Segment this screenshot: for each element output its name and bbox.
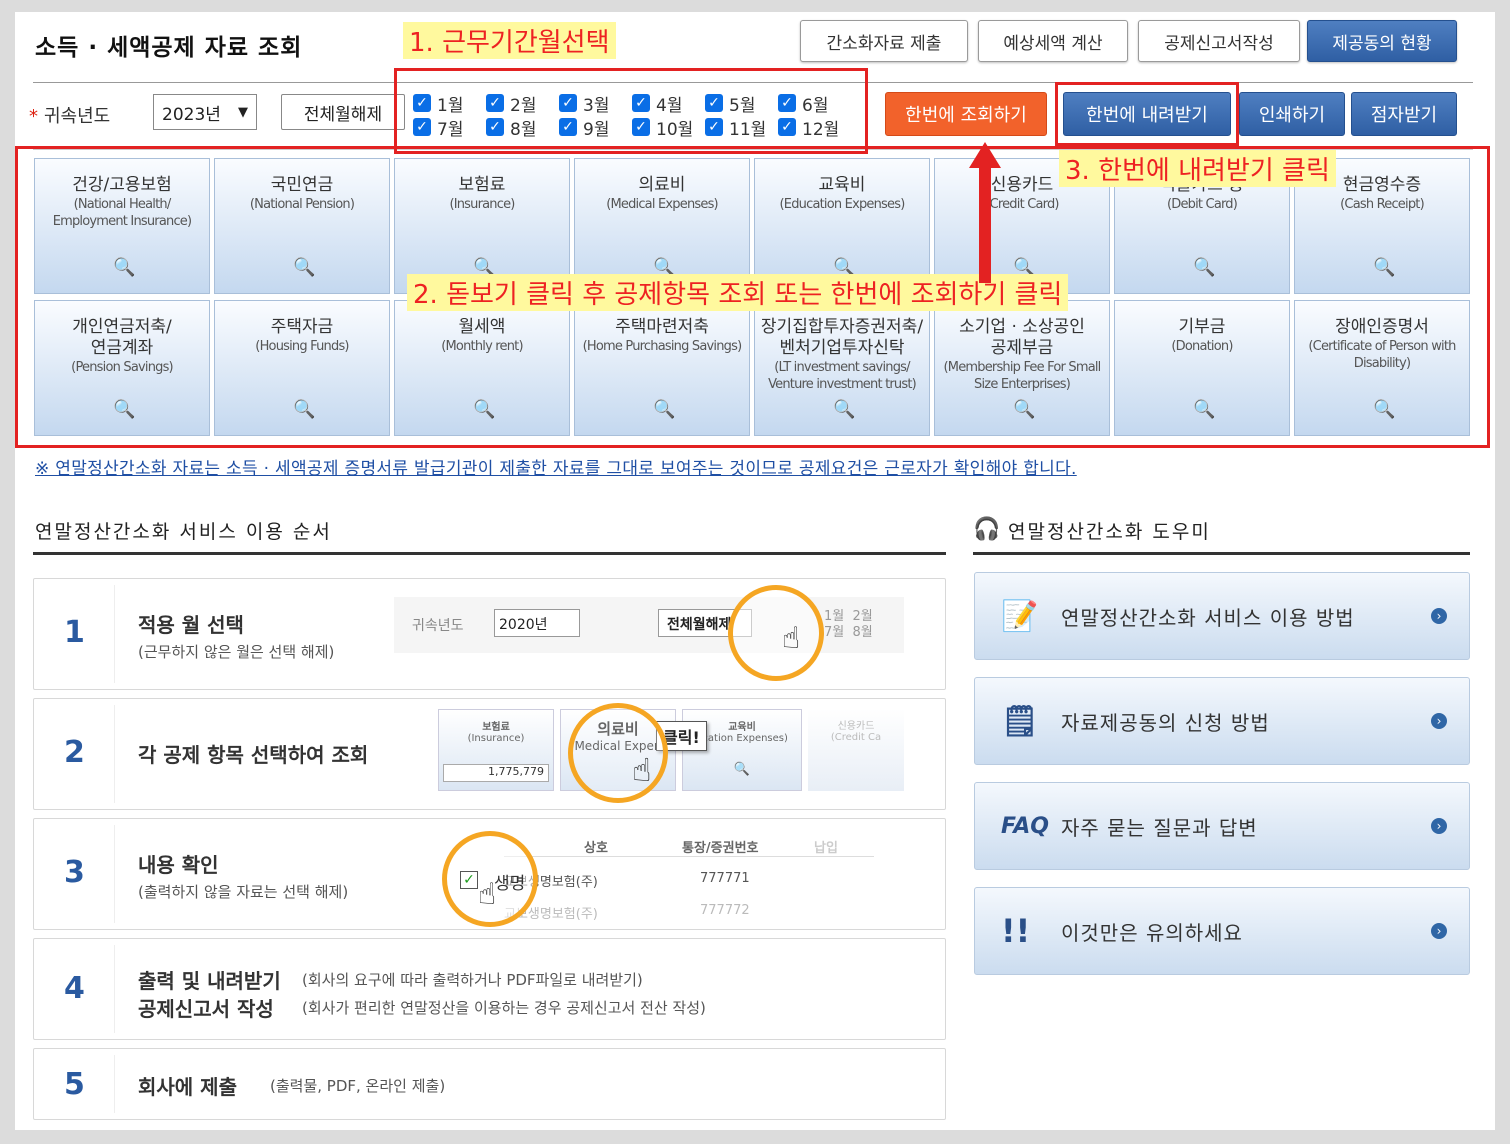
- thumb-table-header: 상호 통장/증권번호 납입: [504, 833, 874, 857]
- step-title: 적용 월 선택: [138, 613, 244, 637]
- consent-status-button[interactable]: 제공동의 현황: [1307, 20, 1457, 62]
- divider: [33, 552, 946, 555]
- help-item-label: 연말정산간소화 서비스 이용 방법: [1061, 605, 1355, 630]
- step-number: 3: [64, 855, 85, 890]
- step-2: 2 각 공제 항목 선택하여 조회 보험료 (Insurance) 1,775,77…: [33, 698, 946, 810]
- exclamation-icon: !!: [1001, 912, 1031, 950]
- annotation-label-1: 1. 근무기간월선택: [403, 22, 616, 59]
- braille-button[interactable]: 점자받기: [1351, 92, 1457, 136]
- thumb-months: 1월 2월 7월 8월: [824, 609, 873, 640]
- step-title: 출력 및 내려받기: [138, 969, 281, 993]
- highlight-circle: [728, 585, 824, 681]
- help-item-consent-guide[interactable]: 🗒 자료제공동의 신청 방법 ›: [974, 677, 1470, 765]
- pointer-hand-icon: ☝: [632, 751, 652, 789]
- thumb-insurance-tile: 보험료 (Insurance) 1,775,779: [438, 709, 554, 791]
- chevron-right-icon: ›: [1431, 713, 1447, 729]
- step-desc: (출력물, PDF, 온라인 제출): [270, 1077, 446, 1095]
- step-title-2: 공제신고서 작성: [138, 997, 274, 1021]
- toggle-all-months-button[interactable]: 전체월해제: [281, 94, 405, 130]
- submit-simplified-data-button[interactable]: 간소화자료 제출: [800, 20, 968, 62]
- chevron-right-icon: ›: [1431, 608, 1447, 624]
- thumb-year-label: 귀속년도: [412, 618, 464, 634]
- estimate-tax-button[interactable]: 예상세액 계산: [978, 20, 1128, 62]
- annotation-box-months: [394, 68, 868, 154]
- chevron-down-icon: ▼: [238, 104, 248, 120]
- divider: [114, 825, 115, 923]
- year-label: * 귀속년도: [29, 106, 111, 127]
- form-icon: 🗒: [1001, 703, 1040, 739]
- highlight-circle: [568, 703, 668, 803]
- year-select[interactable]: 2023년 ▼: [153, 94, 257, 130]
- step-number: 5: [64, 1067, 85, 1102]
- document-edit-icon: 📝: [1001, 598, 1039, 634]
- steps-section-title: 연말정산간소화 서비스 이용 순서: [35, 521, 332, 543]
- print-button[interactable]: 인쇄하기: [1239, 92, 1345, 136]
- step-title: 내용 확인: [138, 853, 219, 877]
- step-number: 1: [64, 615, 85, 650]
- help-item-service-guide[interactable]: 📝 연말정산간소화 서비스 이용 방법 ›: [974, 572, 1470, 660]
- annotation-label-3: 3. 한번에 내려받기 클릭: [1059, 150, 1336, 187]
- step-3: 3 내용 확인 (출력하지 않을 자료는 선택 해제) 상호 통장/증권번호 납입 …: [33, 818, 946, 930]
- divider: [114, 945, 115, 1033]
- step-number: 2: [64, 735, 85, 770]
- step-1: 1 적용 월 선택 (근무하지 않은 월은 선택 해제) 귀속년도 2020년 …: [33, 578, 946, 690]
- page-title: 소득 · 세액공제 자료 조회: [35, 35, 303, 61]
- notice-link[interactable]: ※ 연말정산간소화 자료는 소득 · 세액공제 증명서류 발급기관이 제출한 자…: [35, 454, 1077, 479]
- divider: [114, 705, 115, 803]
- pointer-hand-icon: ☝: [782, 621, 801, 656]
- help-item-label: 이것만은 유의하세요: [1061, 920, 1243, 945]
- arrow-up-icon: [969, 142, 1001, 283]
- query-all-button[interactable]: 한번에 조회하기: [885, 92, 1047, 136]
- divider: [973, 552, 1470, 555]
- step-desc: (출력하지 않을 자료는 선택 해제): [138, 883, 349, 901]
- step-desc-2: (회사가 편리한 연말정산을 이용하는 경우 공제신고서 전산 작성): [302, 999, 706, 1017]
- step-desc: (근무하지 않은 월은 선택 해제): [138, 643, 335, 661]
- help-item-label: 자주 묻는 질문과 답변: [1061, 815, 1258, 840]
- thumb-card-tile: 신용카드 (Credit Ca: [808, 709, 904, 791]
- help-section-title: 연말정산간소화 도우미: [1008, 521, 1211, 543]
- thumb-row-label: 생명: [494, 874, 526, 894]
- page: 소득 · 세액공제 자료 조회 간소화자료 제출 예상세액 계산 공제신고서작성…: [15, 12, 1495, 1130]
- pointer-hand-icon: ☝: [478, 877, 497, 912]
- annotation-box-download: [1055, 82, 1239, 146]
- chevron-right-icon: ›: [1431, 923, 1447, 939]
- divider: [114, 1055, 115, 1113]
- help-item-label: 자료제공동의 신청 방법: [1061, 710, 1270, 735]
- help-item-faq[interactable]: FAQ 자주 묻는 질문과 답변 ›: [974, 782, 1470, 870]
- step-number: 4: [64, 971, 85, 1006]
- chevron-right-icon: ›: [1431, 818, 1447, 834]
- step-4: 4 출력 및 내려받기 (회사의 요구에 따라 출력하거나 PDF파일로 내려받…: [33, 938, 946, 1040]
- step-5: 5 회사에 제출 (출력물, PDF, 온라인 제출): [33, 1048, 946, 1120]
- divider: [114, 585, 115, 683]
- step-title: 각 공제 항목 선택하여 조회: [138, 743, 369, 767]
- step-title: 회사에 제출: [138, 1075, 237, 1099]
- faq-icon: FAQ: [1001, 813, 1049, 839]
- arrow-shape: [969, 142, 1001, 283]
- step-desc: (회사의 요구에 따라 출력하거나 PDF파일로 내려받기): [302, 971, 643, 989]
- write-deduction-report-button[interactable]: 공제신고서작성: [1138, 20, 1300, 62]
- thumb-year-select: 2020년: [494, 609, 580, 637]
- help-item-caution[interactable]: !! 이것만은 유의하세요 ›: [974, 887, 1470, 975]
- headset-icon: 🎧: [973, 517, 1001, 542]
- check-icon: ✓: [460, 871, 478, 889]
